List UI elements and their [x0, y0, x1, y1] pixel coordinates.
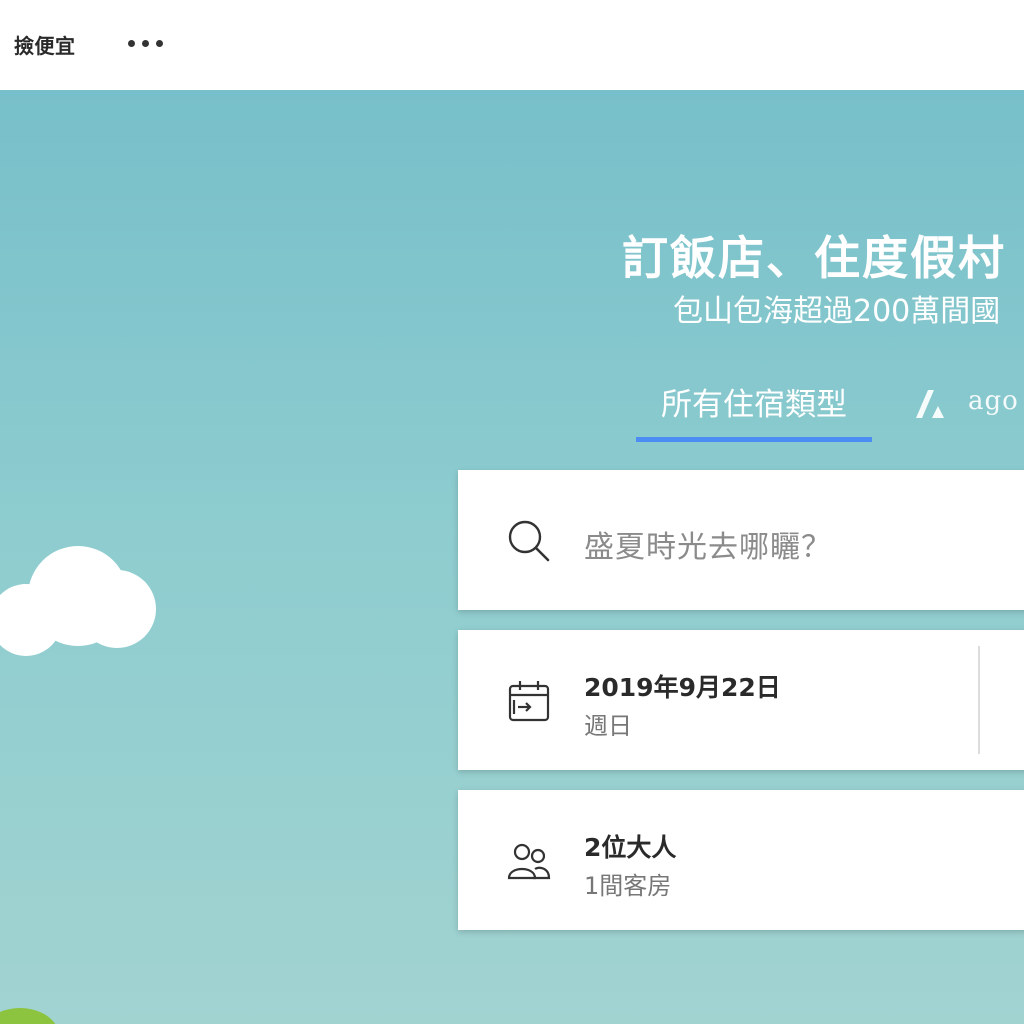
hero-banner: 訂飯店、住度假村 包山包海超過200萬間國 所有住宿類型 ago 盛夏時光去哪矖… — [0, 90, 1024, 1024]
search-placeholder: 盛夏時光去哪矖？ — [584, 530, 832, 565]
checkin-date-field[interactable]: 2019年9月22日 週日 — [458, 630, 968, 770]
tab-label: 所有住宿類型 — [661, 387, 847, 423]
cloud-illustration — [0, 546, 156, 656]
tab-all-property-types[interactable]: 所有住宿類型 — [636, 382, 872, 442]
top-bar: 撿便宜 — [0, 0, 1024, 90]
site-name-link[interactable]: 撿便宜 — [14, 30, 76, 59]
checkin-date: 2019年9月22日 — [584, 673, 781, 702]
guests-rooms-selector[interactable]: 2位大人 1間客房 — [458, 790, 1024, 930]
hill-illustration — [0, 1008, 60, 1024]
destination-search-box[interactable]: 盛夏時光去哪矖？ — [458, 470, 1024, 610]
more-dots-icon[interactable] — [128, 37, 164, 51]
tab-label: ago — [968, 386, 1019, 416]
date-picker-card: 2019年9月22日 週日 — [458, 630, 1024, 770]
rooms-count: 1間客房 — [584, 872, 672, 900]
hero-headline: 訂飯店、住度假村 — [622, 231, 1006, 285]
people-icon — [507, 843, 551, 880]
search-icon — [508, 520, 550, 562]
agoda-logo-icon — [916, 390, 944, 418]
active-tab-underline — [636, 437, 872, 442]
checkin-weekday: 週日 — [584, 712, 632, 740]
date-divider — [978, 646, 980, 754]
calendar-checkin-icon — [508, 681, 550, 722]
hero-subline: 包山包海超過200萬間國 — [673, 294, 1001, 329]
adults-count: 2位大人 — [584, 833, 677, 862]
